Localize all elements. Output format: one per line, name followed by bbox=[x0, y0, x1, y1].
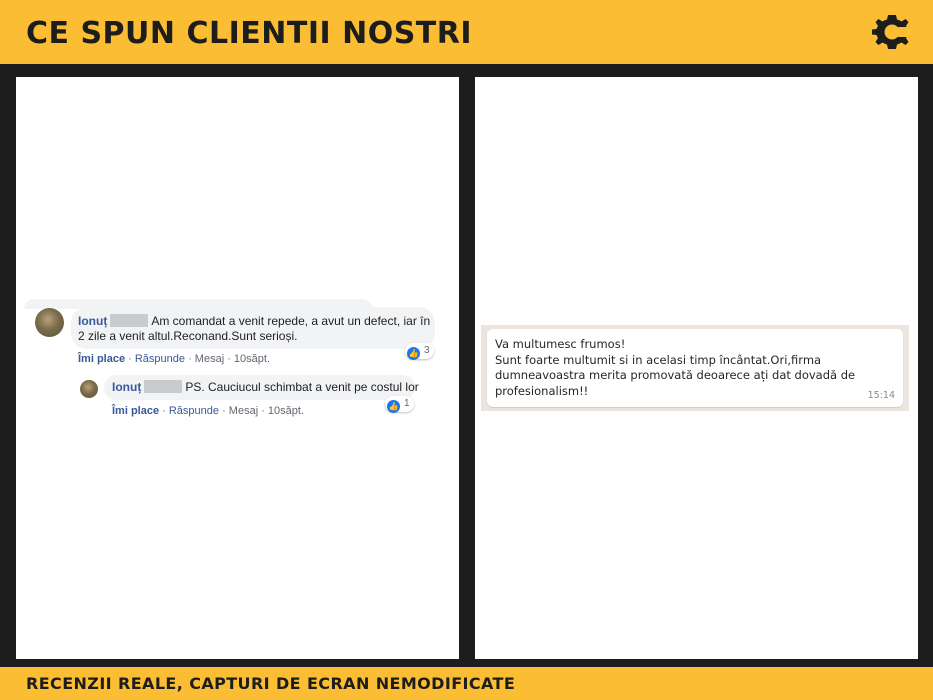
facebook-review-screenshot: Ionuț Am comandat a venit repede, a avut … bbox=[24, 299, 452, 437]
message-line: dumneavoastra merita promovată deoarece … bbox=[495, 368, 856, 382]
message-link[interactable]: Mesaj bbox=[229, 405, 258, 417]
message-line: Sunt foarte multumit si in acelasi timp … bbox=[495, 352, 822, 367]
whatsapp-review-screenshot: Va multumesc frumos! Sunt foarte multumi… bbox=[481, 325, 909, 411]
message-line: profesionalism!! bbox=[495, 383, 589, 398]
message-bubble: Va multumesc frumos! Sunt foarte multumi… bbox=[487, 329, 903, 407]
comment-text: Ionuț Am comandat a venit repede, a avut … bbox=[78, 314, 434, 344]
message-link[interactable]: Mesaj bbox=[195, 353, 224, 365]
message-text: Va multumesc frumos! Sunt foarte multumi… bbox=[495, 337, 875, 399]
comment-time: 10săpt. bbox=[233, 353, 271, 365]
comment-author[interactable]: Ionuț bbox=[78, 314, 107, 328]
message-line: Va multumesc frumos! bbox=[495, 337, 626, 351]
page-title: CE SPUN CLIENTII NOSTRI bbox=[26, 16, 473, 51]
reply-link[interactable]: Răspunde bbox=[169, 405, 219, 417]
thumbs-up-icon: 👍 bbox=[387, 400, 400, 413]
like-link[interactable]: Îmi place bbox=[112, 405, 159, 417]
blurred-surname bbox=[110, 314, 149, 327]
avatar bbox=[80, 380, 98, 398]
c-gear-logo-icon bbox=[872, 15, 912, 49]
reaction-number: 3 bbox=[424, 345, 430, 356]
reply-time: 10săpt. bbox=[267, 405, 305, 417]
reaction-number: 1 bbox=[404, 398, 410, 409]
header-bar: CE SPUN CLIENTII NOSTRI bbox=[0, 0, 933, 64]
footer-text: RECENZII REALE, CAPTURI DE ECRAN NEMODIF… bbox=[26, 674, 516, 693]
reply-body: PS. Cauciucul schimbat a venit pe costul… bbox=[185, 380, 419, 394]
comment-actions: Îmi place · Răspunde · Mesaj · 10săpt. bbox=[78, 353, 271, 365]
reply-author[interactable]: Ionuț bbox=[112, 380, 141, 394]
reaction-count[interactable]: 👍 1 bbox=[385, 396, 414, 413]
reaction-count[interactable]: 👍 3 bbox=[405, 343, 434, 360]
avatar bbox=[35, 308, 64, 337]
thumbs-up-icon: 👍 bbox=[407, 347, 420, 360]
like-link[interactable]: Îmi place bbox=[78, 353, 125, 365]
reply-text: Ionuț PS. Cauciucul schimbat a venit pe c… bbox=[112, 380, 419, 395]
blurred-surname bbox=[144, 380, 183, 393]
footer-bar: RECENZII REALE, CAPTURI DE ECRAN NEMODIF… bbox=[0, 667, 933, 700]
reply-link[interactable]: Răspunde bbox=[135, 353, 185, 365]
reply-actions: Îmi place · Răspunde · Mesaj · 10săpt. bbox=[112, 405, 305, 417]
message-time: 15:14 bbox=[867, 390, 895, 401]
